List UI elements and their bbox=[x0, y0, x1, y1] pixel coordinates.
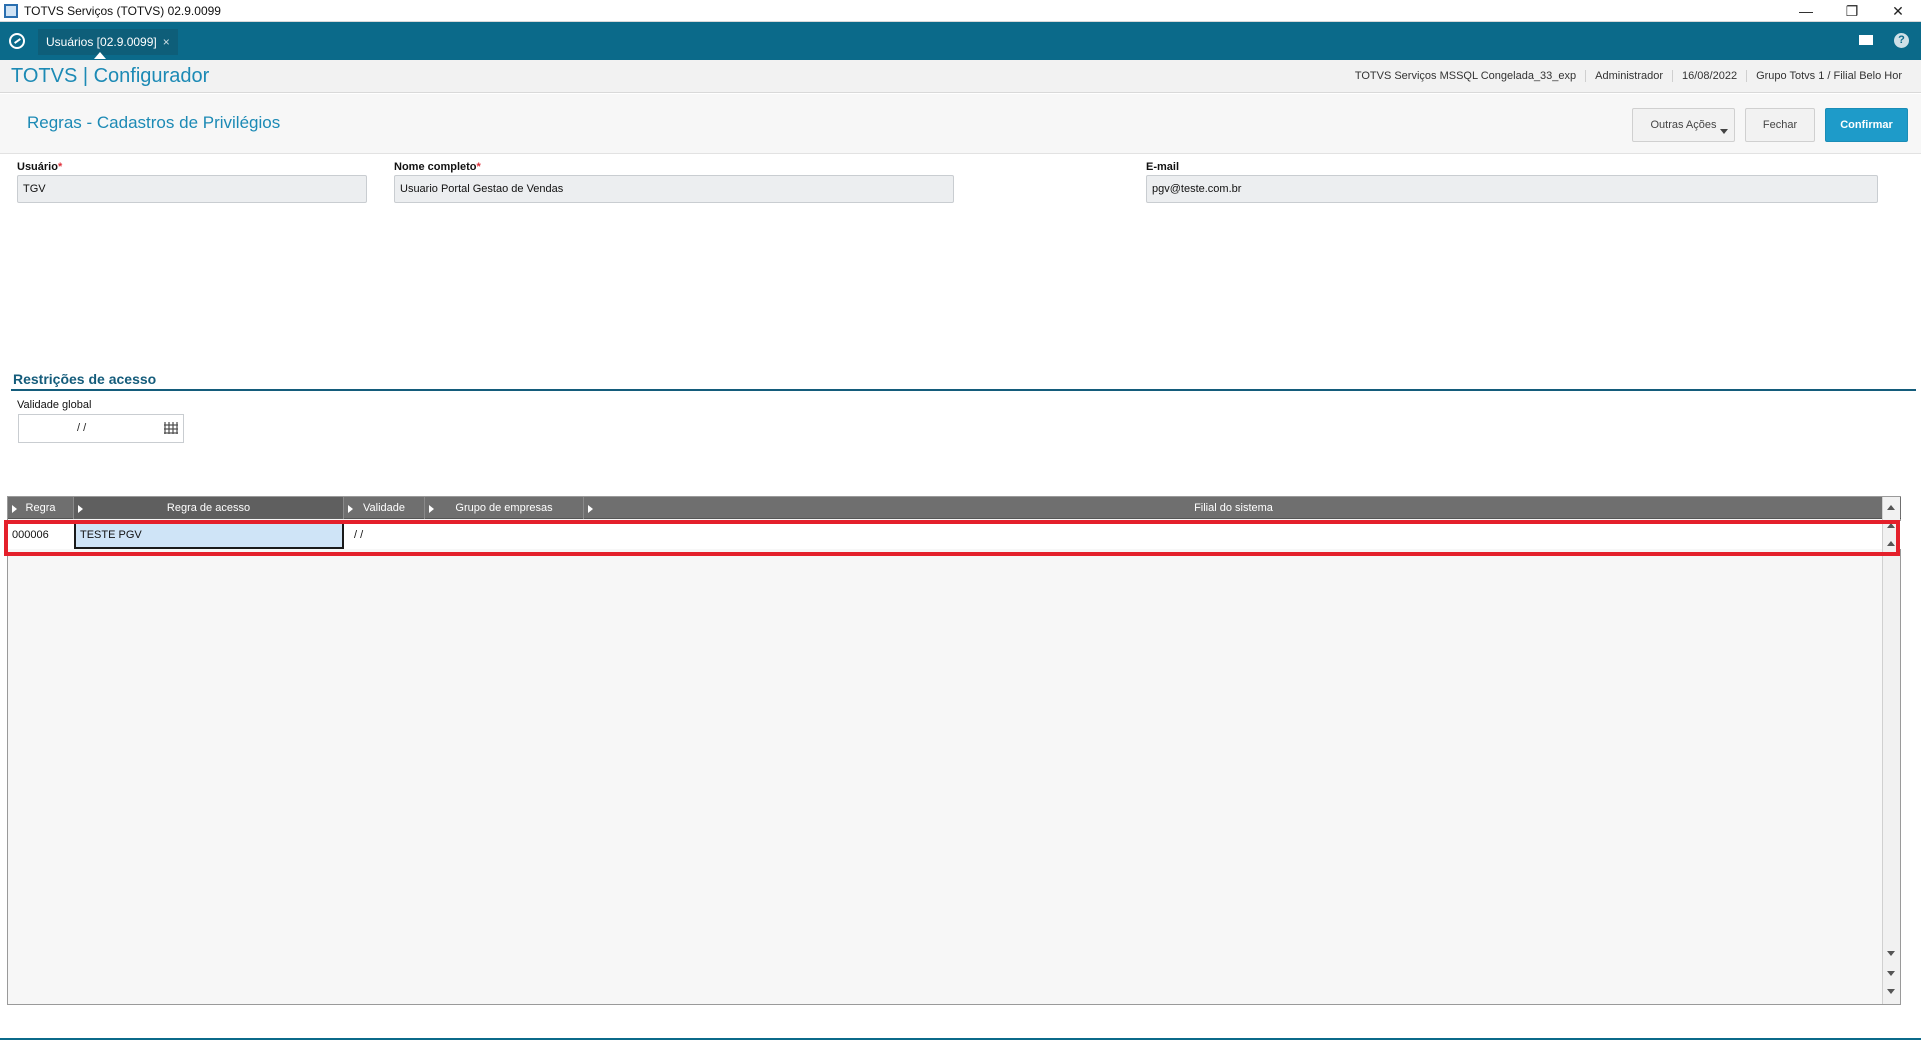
cell-grupo[interactable] bbox=[425, 521, 584, 549]
other-actions-label: Outras Ações bbox=[1650, 119, 1717, 131]
page-bar: Regras - Cadastros de Privilégios Outras… bbox=[0, 94, 1921, 154]
section-title-restricoes: Restrições de acesso bbox=[13, 371, 157, 387]
tab-usuarios[interactable]: Usuários [02.9.0099] × bbox=[38, 29, 178, 55]
company-label: Grupo Totvs 1 / Filial Belo Hor bbox=[1746, 70, 1911, 82]
usuario-label: Usuário* bbox=[17, 161, 62, 173]
tab-bar: Usuários [02.9.0099] × ? bbox=[0, 22, 1921, 60]
window-titlebar: TOTVS Serviços (TOTVS) 02.9.0099 — ❐ ✕ bbox=[0, 0, 1921, 22]
validade-global-label: Validade global bbox=[17, 399, 92, 411]
confirm-button[interactable]: Confirmar bbox=[1825, 108, 1908, 142]
grid-header: Regra Regra de acesso Validade Grupo de … bbox=[8, 497, 1901, 519]
scroll-page-up-icon[interactable] bbox=[1887, 523, 1895, 528]
column-arrow-icon bbox=[78, 505, 83, 513]
page-title: Regras - Cadastros de Privilégios bbox=[27, 113, 281, 132]
email-label: E-mail bbox=[1146, 161, 1180, 173]
help-icon[interactable]: ? bbox=[1894, 33, 1909, 48]
restore-button[interactable]: ❐ bbox=[1829, 0, 1875, 22]
scroll-page-down-icon[interactable] bbox=[1887, 971, 1895, 976]
column-header-grupo[interactable]: Grupo de empresas bbox=[425, 497, 584, 519]
column-header-filial[interactable]: Filial do sistema bbox=[584, 497, 1883, 519]
tab-close-icon[interactable]: × bbox=[163, 35, 170, 49]
rules-grid: Regra Regra de acesso Validade Grupo de … bbox=[7, 496, 1901, 1005]
column-arrow-icon bbox=[348, 505, 353, 513]
active-tab-indicator bbox=[94, 52, 106, 59]
column-label: Filial do sistema bbox=[1194, 502, 1273, 514]
cell-validade[interactable]: / / bbox=[350, 521, 425, 549]
column-label: Regra de acesso bbox=[166, 502, 251, 514]
column-label: Validade bbox=[363, 502, 405, 514]
column-header-regra-acesso[interactable]: Regra de acesso bbox=[74, 497, 344, 519]
column-header-validade[interactable]: Validade bbox=[344, 497, 425, 519]
scroll-bottom-icon[interactable] bbox=[1887, 989, 1895, 994]
cell-regra[interactable]: 000006 bbox=[8, 521, 74, 549]
column-arrow-icon bbox=[588, 505, 593, 513]
nome-label-text: Nome completo bbox=[394, 161, 477, 173]
close-button[interactable]: Fechar bbox=[1745, 108, 1815, 142]
date-value: / / bbox=[77, 422, 87, 434]
column-label: Grupo de empresas bbox=[455, 502, 553, 514]
mail-icon[interactable] bbox=[1859, 35, 1873, 45]
calendar-icon[interactable] bbox=[164, 422, 178, 434]
user-label: Administrador bbox=[1585, 70, 1672, 82]
app-icon bbox=[4, 4, 18, 18]
column-arrow-icon bbox=[12, 505, 17, 513]
section-divider bbox=[11, 389, 1916, 391]
validade-global-input[interactable]: / / bbox=[18, 414, 184, 443]
table-row[interactable]: 000006 TESTE PGV / / bbox=[8, 521, 1901, 549]
date-label: 16/08/2022 bbox=[1672, 70, 1746, 82]
chevron-down-icon bbox=[1720, 129, 1728, 134]
other-actions-button[interactable]: Outras Ações bbox=[1632, 108, 1735, 142]
environment-label: TOTVS Serviços MSSQL Congelada_33_exp bbox=[1354, 70, 1577, 82]
tab-label: Usuários [02.9.0099] bbox=[46, 35, 157, 49]
nome-completo-field[interactable]: Usuario Portal Gestao de Vendas bbox=[394, 175, 954, 203]
required-mark: * bbox=[476, 161, 481, 173]
scroll-down-icon[interactable] bbox=[1887, 951, 1895, 956]
cell-regra-acesso[interactable]: TESTE PGV bbox=[74, 521, 344, 549]
close-window-button[interactable]: ✕ bbox=[1875, 0, 1921, 22]
usuario-field[interactable]: TGV bbox=[17, 175, 367, 203]
grid-scrollbar[interactable] bbox=[1882, 497, 1900, 1004]
window-title: TOTVS Serviços (TOTVS) 02.9.0099 bbox=[24, 4, 221, 18]
nome-label: Nome completo* bbox=[394, 161, 481, 173]
column-arrow-icon bbox=[429, 505, 434, 513]
required-mark: * bbox=[57, 161, 63, 173]
column-header-regra[interactable]: Regra bbox=[8, 497, 74, 519]
usuario-label-text: Usuário bbox=[17, 161, 58, 173]
cell-filial[interactable] bbox=[584, 521, 1883, 549]
scroll-top-icon[interactable] bbox=[1887, 505, 1895, 510]
home-icon[interactable] bbox=[9, 33, 25, 49]
app-header: TOTVS | Configurador TOTVS Serviços MSSQ… bbox=[0, 60, 1921, 93]
email-field[interactable]: pgv@teste.com.br bbox=[1146, 175, 1878, 203]
column-label: Regra bbox=[25, 502, 56, 514]
header-meta: TOTVS Serviços MSSQL Congelada_33_exp Ad… bbox=[1346, 70, 1911, 82]
scroll-up-icon[interactable] bbox=[1887, 541, 1895, 546]
minimize-button[interactable]: — bbox=[1783, 0, 1829, 22]
brand-title: TOTVS | Configurador bbox=[11, 65, 210, 87]
